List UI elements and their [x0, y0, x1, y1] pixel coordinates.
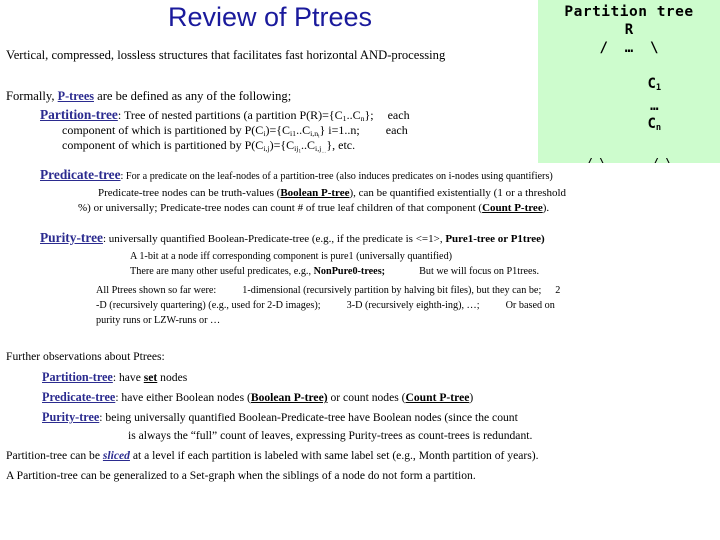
- pu-line5-b: 3-D (recursively eighth-ing), …;: [346, 300, 480, 311]
- purity-tree-line3: There are many other useful predicates, …: [130, 265, 720, 279]
- predicate-tree-heading[interactable]: Predicate-tree: [40, 167, 121, 182]
- pt-line2-d: } i=1..n;: [319, 123, 360, 137]
- pu-line5-c: Or based on: [505, 300, 555, 311]
- pt-line2-sub3: i,ni: [310, 128, 320, 140]
- pu-line4-a: All Ptrees shown so far were:: [96, 285, 217, 296]
- further-purity-tree-line2: is always the “full” count of leaves, ex…: [128, 429, 533, 442]
- pu-line3-b: But we will focus on P1trees.: [419, 266, 540, 277]
- set-term: set: [143, 371, 158, 384]
- pt-line1-d: each: [387, 108, 410, 122]
- pt-line3-sub3: i,j…: [315, 143, 327, 155]
- predicate-tree-line2: Predicate-tree nodes can be truth-values…: [98, 186, 720, 200]
- pt-line3-b: )={C: [269, 138, 295, 152]
- partition-tree-edges-level1: / … \: [599, 40, 659, 56]
- pd-line2-a: Predicate-tree nodes can be truth-values…: [98, 187, 281, 199]
- pt-line3-c: ..C: [301, 138, 316, 152]
- slide-root: Review of Ptrees Partition tree R / … \ …: [0, 0, 720, 540]
- nonpure0-trees-term: NonPure0-trees;: [313, 266, 386, 277]
- further-partition-tree-heading[interactable]: Partition-tree: [42, 370, 113, 384]
- f4-b: at a level if each partition is labeled …: [129, 449, 539, 462]
- pu-line3-a: There are many other useful predicates, …: [130, 266, 314, 277]
- formally-prefix: Formally,: [6, 89, 58, 103]
- pt-line2-c: ..C: [296, 123, 311, 137]
- pure1-tree-term: Pure1-tree or P1tree): [445, 233, 545, 245]
- pt-line2-a: component of which is partitioned by P(C: [62, 123, 264, 137]
- f1-a: : have: [112, 371, 144, 384]
- count-p-tree-term-2: Count P-tree: [405, 391, 470, 404]
- further-predicate-tree: Predicate-tree: have either Boolean node…: [42, 390, 720, 406]
- pt-line1-a: : Tree of nested partitions (a partition…: [117, 108, 343, 122]
- pd-line3-b: ).: [542, 202, 550, 214]
- further-purity-tree-heading[interactable]: Purity-tree: [42, 410, 99, 424]
- purity-tree-heading[interactable]: Purity-tree: [40, 230, 103, 245]
- purity-tree-line6: purity runs or LZW-runs or …: [96, 315, 221, 326]
- partition-tree-heading[interactable]: Partition-tree: [40, 107, 118, 122]
- predicate-tree-line3: %) or universally; Predicate-tree nodes …: [78, 201, 720, 215]
- intro-line: Vertical, compressed, lossless structure…: [6, 48, 446, 62]
- pd-line1: : For a predicate on the leaf-nodes of a…: [120, 171, 553, 182]
- pd-line2-b: ), can be quantified existentially (1 or…: [349, 187, 567, 199]
- predicate-tree-definition: Predicate-tree: For a predicate on the l…: [40, 168, 720, 184]
- pt-line1-b: ..C: [346, 108, 361, 122]
- f2-c: ): [469, 391, 474, 404]
- further-setgraph-line: A Partition-tree can be generalized to a…: [6, 469, 476, 482]
- further-partition-tree: Partition-tree: have set nodes: [42, 370, 720, 386]
- pu-line4-b: 1-dimensional (recursively partition by …: [242, 285, 542, 296]
- partition-tree-diagram-title: Partition tree: [564, 4, 694, 20]
- further-sliced-line: Partition-tree can be sliced at a level …: [6, 448, 720, 464]
- pt-line2-b: )={C: [265, 123, 291, 137]
- boolean-p-tree-term: Boolean P-tree: [280, 187, 350, 199]
- further-purity-tree: Purity-tree: being universally quantifie…: [42, 410, 720, 426]
- count-p-tree-term: Count P-tree: [482, 202, 543, 214]
- purity-tree-line5: -D (recursively quartering) (e.g., used …: [96, 299, 720, 313]
- purity-tree-definition: Purity-tree: universally quantified Bool…: [40, 231, 720, 246]
- partition-tree-child-last: Cn: [647, 115, 662, 133]
- purity-tree-line2: A 1-bit at a node iff corresponding comp…: [130, 251, 453, 262]
- sliced-term: sliced: [102, 449, 130, 462]
- f1-b: nodes: [157, 371, 188, 384]
- pt-line3-d: }, etc.: [326, 138, 356, 152]
- f3-a: : being universally quantified Boolean-P…: [99, 411, 518, 424]
- f2-b: or count nodes (: [327, 391, 406, 404]
- f2-a: : have either Boolean nodes (: [115, 391, 251, 404]
- partition-tree-child-first: C1: [647, 76, 662, 93]
- boolean-p-tree-term-2: Boolean P-tree): [250, 391, 328, 404]
- pt-line3-sub2: ij1: [294, 143, 302, 155]
- pt-line2-e: each: [385, 123, 408, 137]
- pu-line1-a: : universally quantified Boolean-Predica…: [102, 233, 446, 245]
- partition-tree-root: R: [624, 22, 634, 38]
- formally-line: Formally, P-trees are be defined as any …: [6, 89, 536, 104]
- formally-suffix: are be defined as any of the following;: [93, 89, 292, 103]
- pu-line5-a: -D (recursively quartering) (e.g., used …: [96, 300, 321, 311]
- pt-line1-c: };: [364, 108, 374, 122]
- f4-a: Partition-tree can be: [6, 449, 103, 462]
- p-trees-link[interactable]: P-trees: [58, 89, 94, 103]
- pt-line3-a: component of which is partitioned by P(C: [62, 138, 264, 152]
- pu-line4-c: 2: [555, 285, 561, 296]
- partition-tree-definition-line3: component of which is partitioned by P(C…: [62, 138, 582, 159]
- page-title: Review of Ptrees: [167, 2, 373, 32]
- pd-line3-a: %) or universally; Predicate-tree nodes …: [78, 202, 483, 214]
- further-predicate-tree-heading[interactable]: Predicate-tree: [42, 390, 115, 404]
- purity-tree-line4: All Ptrees shown so far were: 1-dimension…: [96, 284, 720, 298]
- further-observations-intro: Further observations about Ptrees:: [6, 350, 165, 363]
